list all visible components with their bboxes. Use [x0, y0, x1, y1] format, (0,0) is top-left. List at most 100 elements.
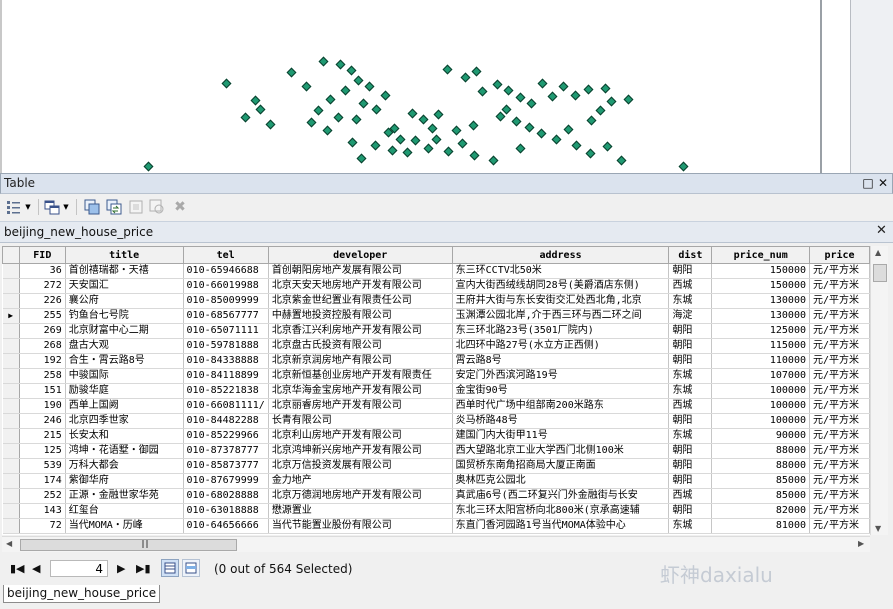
map-point[interactable]: [356, 153, 367, 164]
table-cell-price-num[interactable]: 130000: [711, 308, 810, 324]
table-cell-price-num[interactable]: 100000: [711, 383, 810, 399]
table-cell-dist[interactable]: 东城: [668, 293, 713, 309]
table-cell-price-num[interactable]: 130000: [711, 293, 810, 309]
table-cell-fid[interactable]: 272: [19, 278, 66, 294]
table-cell-tel[interactable]: 010-84118899: [183, 368, 269, 384]
table-cell-title[interactable]: 襄公府: [65, 293, 184, 309]
map-point[interactable]: [537, 78, 548, 89]
map-point[interactable]: [322, 125, 333, 136]
table-cell-fid[interactable]: 255: [19, 308, 66, 324]
column-header[interactable]: tel: [182, 246, 269, 264]
map-point[interactable]: [318, 56, 329, 67]
table-cell-address[interactable]: 安定门外西滨河路19号: [452, 368, 670, 384]
column-header[interactable]: price_num: [711, 246, 810, 264]
table-cell-address[interactable]: 东北三环太阳宫桥向北800米(京承高速辅: [452, 503, 670, 519]
table-cell-developer[interactable]: 首创朝阳房地产发展有限公司: [268, 263, 453, 279]
table-row[interactable]: 272 天安国汇 010-66019988 北京天安天地房地产开发有限公司 宣内大街西绒…: [2, 278, 870, 294]
table-cell-fid[interactable]: 539: [19, 458, 66, 474]
table-cell-price[interactable]: 元/平方米: [809, 413, 870, 429]
map-point[interactable]: [335, 59, 346, 70]
map-point[interactable]: [427, 123, 438, 134]
scroll-right-icon[interactable]: ▶: [858, 539, 864, 548]
map-point[interactable]: [353, 75, 364, 86]
table-cell-address[interactable]: 建国门内大街甲11号: [452, 428, 670, 444]
first-record-icon[interactable]: ▮◀: [10, 562, 25, 575]
map-point[interactable]: [340, 85, 351, 96]
row-selector[interactable]: [2, 458, 20, 474]
table-cell-address[interactable]: 西单时代广场中组部南200米路东: [452, 398, 670, 414]
map-point[interactable]: [346, 65, 357, 76]
table-cell-dist[interactable]: 西城: [668, 278, 713, 294]
table-cell-fid[interactable]: 151: [19, 383, 66, 399]
table-cell-price[interactable]: 元/平方米: [809, 383, 870, 399]
chevron-down-icon[interactable]: ▼: [62, 199, 70, 215]
table-cell-address[interactable]: 北四环中路27号(水立方正西侧): [452, 338, 670, 354]
map-point[interactable]: [431, 134, 442, 145]
table-tab[interactable]: beijing_new_house_price ✕: [0, 221, 893, 243]
last-record-icon[interactable]: ▶▮: [136, 562, 151, 575]
table-row[interactable]: 151 励骏华庭 010-85221838 北京华海金宝房地产开发有限公司 金宝街90号…: [2, 383, 870, 399]
table-row[interactable]: 269 北京财富中心二期 010-65071111 北京香江兴利房地产开发有限公司 东三…: [2, 323, 870, 339]
table-cell-price-num[interactable]: 88000: [711, 443, 810, 459]
table-cell-developer[interactable]: 北京紫金世纪置业有限责任公司: [268, 293, 453, 309]
column-header[interactable]: address: [451, 246, 670, 264]
map-point[interactable]: [325, 94, 336, 105]
map-point[interactable]: [286, 67, 297, 78]
column-header[interactable]: title: [64, 246, 184, 264]
table-cell-title[interactable]: 鸿坤・花语墅・御园: [65, 443, 184, 459]
table-cell-developer[interactable]: 懋源置业: [268, 503, 453, 519]
table-cell-fid[interactable]: 125: [19, 443, 66, 459]
table-cell-price-num[interactable]: 85000: [711, 488, 810, 504]
map-point[interactable]: [606, 96, 617, 107]
table-cell-developer[interactable]: 长青有限公司: [268, 413, 453, 429]
row-selector[interactable]: [2, 383, 20, 399]
table-row[interactable]: 246 北京四季世家 010-84482288 长青有限公司 炎马桥路48号 朝阳 1000…: [2, 413, 870, 429]
table-cell-dist[interactable]: 朝阳: [668, 503, 713, 519]
table-cell-price-num[interactable]: 100000: [711, 413, 810, 429]
table-cell-dist[interactable]: 朝阳: [668, 338, 713, 354]
table-cell-title[interactable]: 红玺台: [65, 503, 184, 519]
map-point[interactable]: [358, 98, 369, 109]
table-cell-fid[interactable]: 269: [19, 323, 66, 339]
map-point[interactable]: [469, 150, 480, 161]
map-point[interactable]: [442, 64, 453, 75]
table-row[interactable]: 192 合生・霄云路8号 010-84338888 北京新京润房地产有限公司 霄云路8号…: [2, 353, 870, 369]
table-cell-title[interactable]: 盘古大观: [65, 338, 184, 354]
table-cell-fid[interactable]: 190: [19, 398, 66, 414]
row-selector[interactable]: [2, 353, 20, 369]
table-cell-developer[interactable]: 当代节能置业股份有限公司: [268, 518, 453, 534]
map-point[interactable]: [524, 122, 535, 133]
table-cell-price[interactable]: 元/平方米: [809, 263, 870, 279]
table-cell-tel[interactable]: 010-65071111: [183, 323, 269, 339]
map-point[interactable]: [402, 147, 413, 158]
table-row[interactable]: 226 襄公府 010-85009999 北京紫金世纪置业有限责任公司 王府井大街与东长…: [2, 293, 870, 309]
map-point[interactable]: [477, 86, 488, 97]
table-cell-price-num[interactable]: 115000: [711, 338, 810, 354]
table-cell-fid[interactable]: 215: [19, 428, 66, 444]
table-cell-tel[interactable]: 010-85221838: [183, 383, 269, 399]
row-selector[interactable]: [2, 473, 20, 489]
table-cell-address[interactable]: 奥林匹克公园北: [452, 473, 670, 489]
table-cell-dist[interactable]: 朝阳: [668, 323, 713, 339]
table-cell-dist[interactable]: 海淀: [668, 308, 713, 324]
table-cell-fid[interactable]: 174: [19, 473, 66, 489]
table-cell-tel[interactable]: 010-63018888: [183, 503, 269, 519]
column-header[interactable]: price: [809, 246, 870, 264]
current-record-input[interactable]: 4: [50, 560, 108, 577]
map-point[interactable]: [501, 104, 512, 115]
table-cell-title[interactable]: 北京四季世家: [65, 413, 184, 429]
table-cell-title[interactable]: 合生・霄云路8号: [65, 353, 184, 369]
table-cell-price-num[interactable]: 82000: [711, 503, 810, 519]
table-cell-developer[interactable]: 北京万信投资发展有限公司: [268, 458, 453, 474]
table-cell-price-num[interactable]: 90000: [711, 428, 810, 444]
table-cell-tel[interactable]: 010-66019988: [183, 278, 269, 294]
table-cell-tel[interactable]: 010-64656666: [183, 518, 269, 534]
table-row[interactable]: 72 当代MOMA・历峰 010-64656666 当代节能置业股份有限公司 东直门香河…: [2, 518, 870, 534]
maximize-icon[interactable]: □: [861, 176, 875, 190]
row-selector[interactable]: [2, 293, 20, 309]
table-row[interactable]: 36 首创禧瑞都・天禧 010-65946688 首创朝阳房地产发展有限公司 东三环CC…: [2, 263, 870, 279]
table-cell-title[interactable]: 励骏华庭: [65, 383, 184, 399]
map-point[interactable]: [460, 72, 471, 83]
table-cell-title[interactable]: 万科大都会: [65, 458, 184, 474]
table-cell-fid[interactable]: 72: [19, 518, 66, 534]
